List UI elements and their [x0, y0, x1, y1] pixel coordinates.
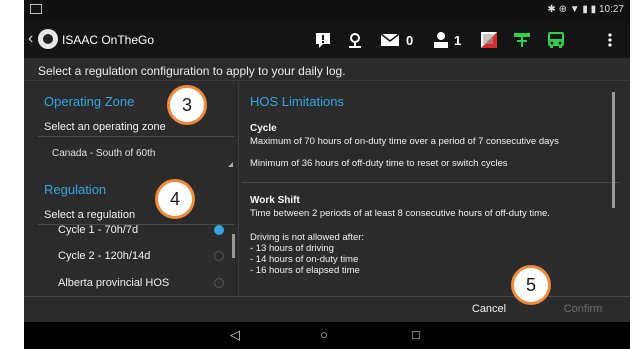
- hos-scrollbar[interactable]: [612, 92, 615, 208]
- instruction-text: Select a regulation configuration to app…: [38, 64, 346, 78]
- work-shift-text-4: - 14 hours of on-duty time: [250, 254, 359, 265]
- operating-zone-title: Operating Zone: [44, 94, 135, 109]
- cancel-button[interactable]: Cancel: [454, 297, 524, 321]
- regulation-item-alberta[interactable]: Alberta provincial HOS: [58, 277, 169, 289]
- person-icon[interactable]: [432, 30, 450, 50]
- status-flag-icon[interactable]: [480, 30, 498, 50]
- radio-cycle-1[interactable]: [214, 225, 224, 235]
- hos-limitations-title: HOS Limitations: [250, 94, 344, 109]
- regulation-item-cycle-2[interactable]: Cycle 2 - 120h/14d: [58, 250, 150, 262]
- hos-section-divider: [242, 182, 620, 183]
- cycle-text-1: Maximum of 70 hours of on-duty time over…: [250, 136, 559, 147]
- regulation-list-scrollbar[interactable]: [232, 234, 235, 258]
- zone-label-divider: [38, 136, 234, 137]
- callout-5: 5: [511, 265, 551, 305]
- app-logo-icon[interactable]: [38, 29, 58, 49]
- operating-zone-label: Select an operating zone: [44, 121, 166, 133]
- status-bar: ✱ ⊕ ▼ ▮ ▮ 10:27: [24, 0, 630, 22]
- callout-3: 3: [167, 85, 207, 125]
- dropdown-arrow-icon[interactable]: [228, 162, 233, 167]
- message-alert-icon[interactable]: [314, 30, 332, 50]
- back-chevron-icon[interactable]: ‹: [28, 30, 33, 48]
- confirm-button[interactable]: Confirm: [536, 297, 630, 321]
- overflow-menu-icon[interactable]: [606, 30, 614, 50]
- status-right: ✱ ⊕ ▼ ▮ ▮ 10:27: [547, 4, 624, 15]
- operating-zone-select[interactable]: Canada - South of 60th: [52, 148, 155, 159]
- bus-icon[interactable]: [546, 30, 566, 50]
- cycle-text-2: Minimum of 36 hours of off-duty time to …: [250, 158, 508, 169]
- work-shift-heading: Work Shift: [250, 195, 300, 206]
- callout-4: 4: [155, 179, 195, 219]
- radio-alberta[interactable]: [214, 278, 224, 288]
- inspection-icon[interactable]: [346, 30, 364, 50]
- signal-tower-icon[interactable]: [512, 30, 532, 50]
- people-count: 1: [454, 33, 462, 48]
- mail-icon[interactable]: [380, 30, 400, 50]
- work-shift-text-5: - 16 hours of elapsed time: [250, 265, 360, 276]
- regulation-item-cycle-1[interactable]: Cycle 1 - 70h/7d: [58, 224, 138, 236]
- mail-count: 0: [406, 33, 414, 48]
- work-shift-text-1: Time between 2 periods of at least 8 con…: [250, 208, 550, 219]
- status-indicators: ✱ ⊕ ▼ ▮ ▮: [547, 4, 597, 15]
- work-shift-text-2: Driving is not allowed after:: [250, 232, 365, 243]
- radio-cycle-2[interactable]: [214, 251, 224, 261]
- regulation-title: Regulation: [44, 182, 107, 197]
- column-divider: [238, 82, 239, 296]
- app-title: ISAAC OnTheGo: [62, 33, 155, 47]
- status-time: 10:27: [598, 4, 624, 15]
- android-nav-bar: ◁ ○ □: [24, 322, 630, 349]
- notification-icon: [30, 4, 42, 14]
- cycle-heading: Cycle: [250, 123, 277, 134]
- nav-back-icon[interactable]: ◁: [230, 327, 240, 343]
- header-divider: [24, 80, 630, 81]
- regulation-label: Select a regulation: [44, 209, 136, 221]
- work-shift-text-3: - 13 hours of driving: [250, 243, 334, 254]
- nav-recents-icon[interactable]: □: [412, 327, 420, 342]
- nav-home-icon[interactable]: ○: [320, 327, 328, 342]
- app-bar: ‹ ISAAC OnTheGo 0 1: [24, 22, 630, 58]
